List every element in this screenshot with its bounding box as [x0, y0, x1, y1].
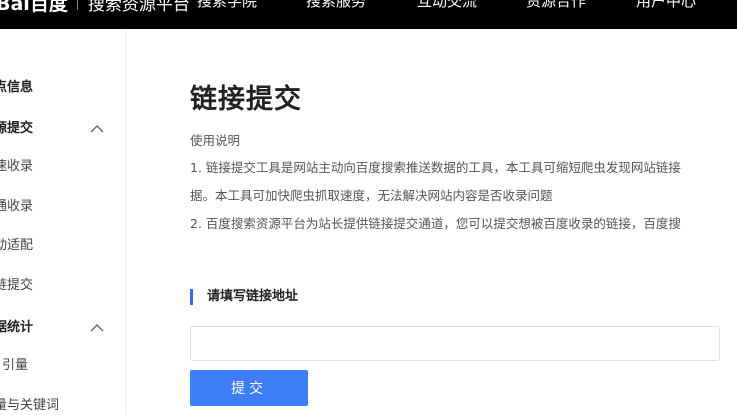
section-title: 请填写链接地址: [207, 289, 299, 304]
platform-name: 搜索资源平台: [87, 0, 190, 15]
sidebar-item-label: 点信息: [0, 80, 34, 95]
instruction-line: 据。本工具可加快爬虫抓取速度，无法解决网站内容是否收录问题: [190, 188, 553, 203]
main-content: 链接提交 使用说明 1. 链接提交工具是网站主动向百度搜索推送数据的工具，本工具…: [127, 29, 737, 415]
top-navbar: Bai百度 搜索资源平台 搜索学院 搜索服务 互动交流 资源合作 用户中心: [0, 0, 737, 29]
nav-item-community[interactable]: 互动交流: [417, 0, 477, 11]
sidebar-group-data-stats[interactable]: 据统计: [0, 318, 125, 338]
nav-item-search-services[interactable]: 搜索服务: [306, 0, 366, 11]
nav-item-user-center[interactable]: 用户中心: [636, 0, 696, 11]
sidebar-item-label: 源提交: [0, 121, 34, 136]
sidebar-item-normal-index[interactable]: 通收录: [0, 197, 125, 217]
logo-mark: Bai百度: [0, 0, 68, 15]
sidebar-item-traffic-keywords[interactable]: 量与关键词: [0, 396, 125, 415]
sidebar-item-label: 速收录: [0, 159, 34, 174]
chevron-up-icon[interactable]: [90, 323, 104, 333]
sidebar-item-label: 据统计: [0, 320, 34, 335]
instructions-heading: 使用说明: [190, 133, 241, 148]
nav-item-resource-cooperation[interactable]: 资源合作: [526, 0, 586, 11]
instruction-line: 1. 链接提交工具是网站主动向百度搜索推送数据的工具，本工具可缩短爬虫发现网站链…: [190, 160, 681, 175]
page-title: 链接提交: [190, 84, 302, 115]
nav-item-search-academy[interactable]: 搜索学院: [197, 0, 257, 11]
sidebar-item-label: 通收录: [0, 199, 34, 214]
sidebar-item-fast-index[interactable]: 速收录: [0, 157, 125, 177]
sidebar-item-label: 引量: [2, 358, 29, 373]
submit-button[interactable]: 提交: [190, 370, 308, 406]
sidebar-item-label: 动适配: [0, 238, 34, 253]
sidebar-item-dead-link-submit[interactable]: 链提交: [0, 276, 125, 296]
instruction-line: 2. 百度搜索资源平台为站长提供链接提交通道，您可以提交想被百度收录的链接，百度…: [190, 216, 681, 231]
sidebar-group-site-info[interactable]: 点信息: [0, 78, 125, 98]
sidebar-item-label: 量与关键词: [0, 398, 60, 413]
baidu-logo[interactable]: Bai百度 搜索资源平台: [0, 0, 190, 15]
logo-divider: [76, 0, 78, 10]
sidebar-item-index-volume[interactable]: 引量: [0, 356, 125, 376]
sidebar-item-mobile-adapt[interactable]: 动适配: [0, 236, 125, 256]
section-marker: [190, 289, 193, 305]
url-input[interactable]: [190, 326, 720, 361]
sidebar-group-resource-submit[interactable]: 源提交: [0, 119, 125, 139]
sidebar: 点信息 源提交 速收录 通收录 动适配 链提交 据统计 引量 量与关键词: [0, 29, 126, 415]
sidebar-item-label: 链提交: [0, 278, 34, 293]
chevron-up-icon[interactable]: [90, 124, 104, 134]
